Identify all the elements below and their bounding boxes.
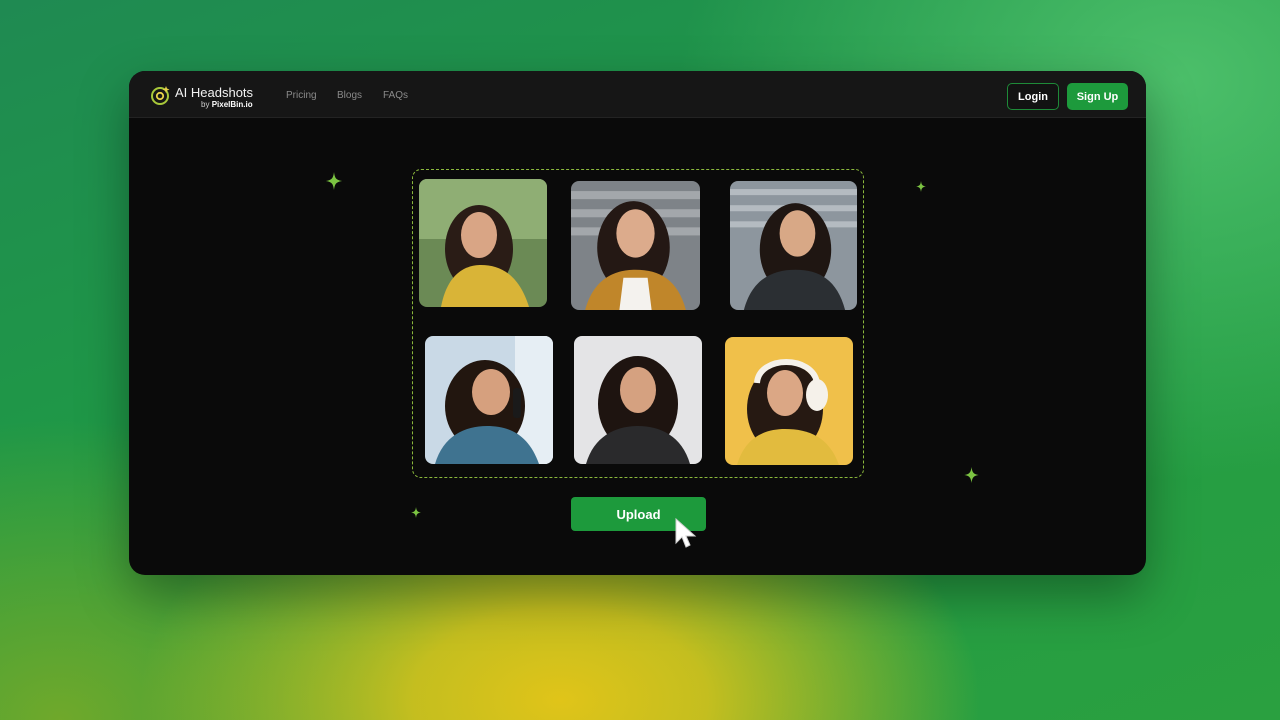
sparkle-icon — [411, 507, 421, 518]
headshot-photo-4 — [425, 336, 553, 464]
app-subtitle: by PixelBin.io — [201, 100, 253, 109]
sparkle-icon — [964, 467, 979, 483]
signup-button[interactable]: Sign Up — [1067, 83, 1128, 110]
app-title: AI Headshots — [175, 85, 254, 100]
mouse-pointer-icon — [675, 517, 697, 548]
headshot-photo-1 — [419, 179, 547, 307]
login-button[interactable]: Login — [1007, 83, 1059, 110]
app-subtitle-brand: PixelBin.io — [211, 100, 253, 109]
sparkle-icon — [916, 181, 926, 192]
app-subtitle-prefix: by — [201, 100, 210, 109]
headshot-photo-2 — [571, 181, 700, 310]
logo-icon — [151, 86, 170, 105]
app-window: AI Headshots by PixelBin.io Pricing Blog… — [129, 71, 1146, 575]
headshot-photo-5 — [574, 336, 702, 464]
top-navbar: AI Headshots by PixelBin.io Pricing Blog… — [129, 71, 1146, 118]
nav-link-blogs[interactable]: Blogs — [337, 90, 362, 101]
headshot-photo-6 — [725, 337, 853, 465]
nav-link-pricing[interactable]: Pricing — [286, 90, 317, 101]
headshot-photo-3 — [730, 181, 857, 310]
sparkle-icon — [326, 172, 342, 190]
nav-link-faqs[interactable]: FAQs — [383, 90, 408, 101]
